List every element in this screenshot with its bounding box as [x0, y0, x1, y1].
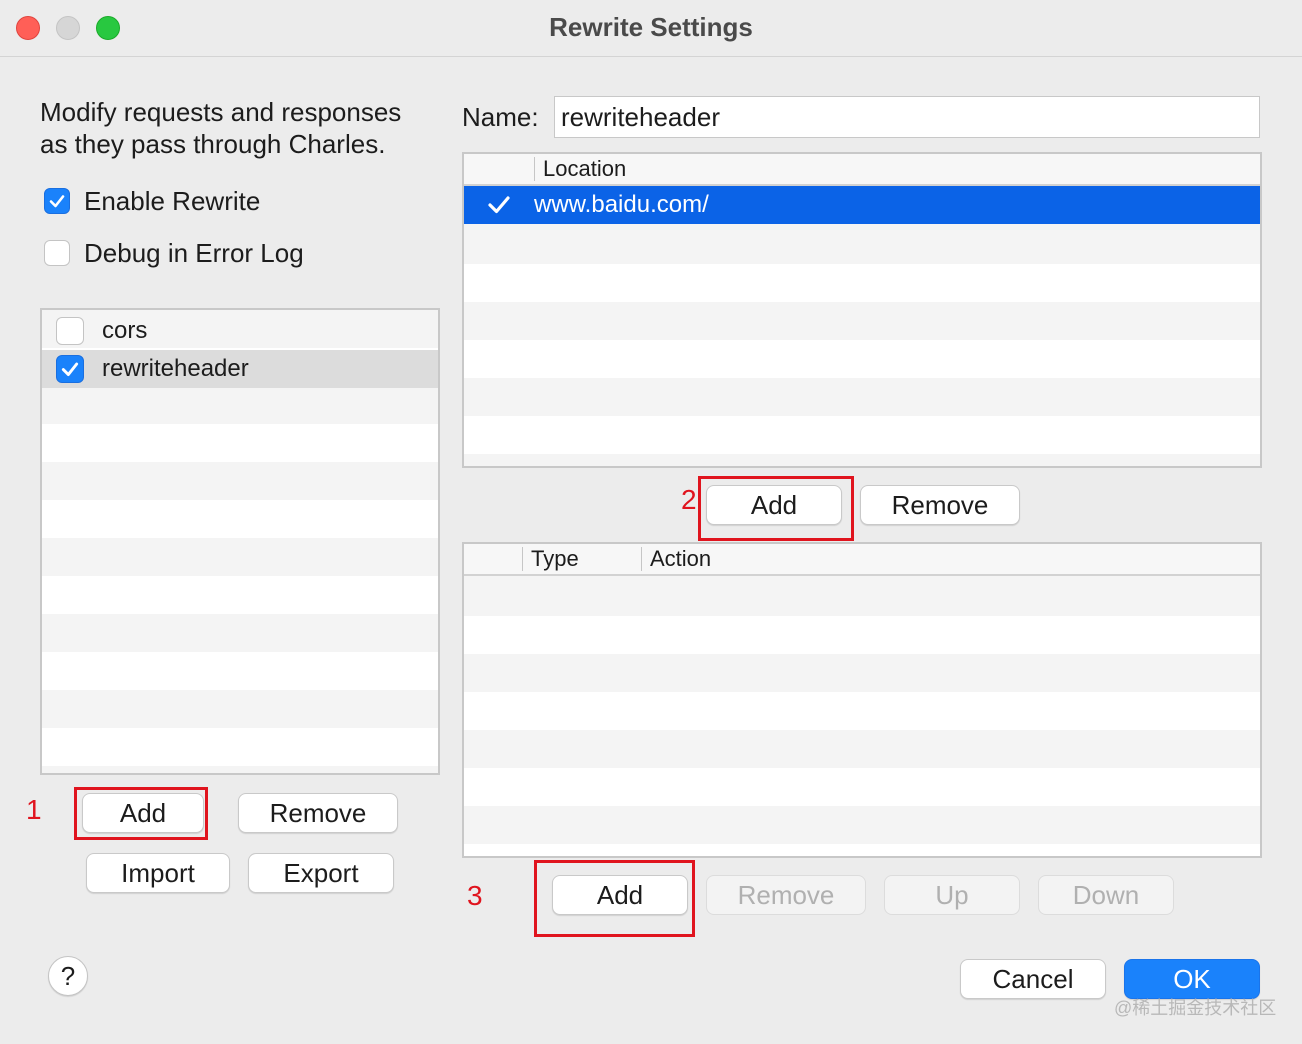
name-label: Name:	[462, 102, 539, 132]
debug-error-log-option[interactable]: Debug in Error Log	[44, 237, 304, 269]
annotation-box-2	[698, 476, 854, 541]
name-field[interactable]: rewriteheader	[554, 96, 1260, 138]
list-item-cors[interactable]: cors	[42, 312, 438, 350]
annotation-box-1	[74, 787, 208, 840]
column-type[interactable]: Type	[523, 546, 641, 572]
cancel-button[interactable]: Cancel	[960, 959, 1106, 999]
annotation-box-3	[534, 860, 695, 937]
remove-location-button[interactable]: Remove	[860, 485, 1020, 525]
description-line-1: Modify requests and responses	[40, 97, 402, 127]
rewrite-sets-list[interactable]: cors rewriteheader	[40, 308, 440, 775]
checkmark-icon	[61, 362, 79, 376]
location-row[interactable]: www.baidu.com/	[464, 186, 1260, 224]
remove-rule-button[interactable]: Remove	[706, 875, 866, 915]
annotation-number-3: 3	[467, 880, 483, 911]
enable-rewrite-checkbox[interactable]	[44, 188, 70, 214]
import-button[interactable]: Import	[86, 853, 230, 893]
ok-button[interactable]: OK	[1124, 959, 1260, 999]
watermark: @稀土掘金技术社区	[1114, 998, 1277, 1018]
move-up-button[interactable]: Up	[884, 875, 1020, 915]
description: Modify requests and responses as they pa…	[40, 96, 450, 160]
cors-enabled-checkbox[interactable]	[56, 317, 84, 345]
column-action[interactable]: Action	[642, 546, 711, 572]
location-enabled-checkbox[interactable]	[464, 193, 534, 217]
locations-table[interactable]: Location www.baidu.com/	[462, 152, 1262, 468]
location-text: www.baidu.com/	[534, 191, 709, 218]
enable-rewrite-option[interactable]: Enable Rewrite	[44, 185, 260, 217]
window-title: Rewrite Settings	[549, 12, 753, 42]
debug-error-log-checkbox[interactable]	[44, 240, 70, 266]
checkmark-icon	[488, 196, 510, 214]
remove-set-button[interactable]: Remove	[238, 793, 398, 833]
annotation-number-2: 2	[681, 484, 697, 515]
help-button[interactable]: ?	[48, 956, 88, 996]
move-down-button[interactable]: Down	[1038, 875, 1174, 915]
annotation-number-1: 1	[26, 794, 42, 825]
description-line-2: as they pass through Charles.	[40, 129, 386, 159]
rewriteheader-enabled-checkbox[interactable]	[56, 355, 84, 383]
rules-table[interactable]: Type Action	[462, 542, 1262, 858]
set-name: rewriteheader	[102, 355, 249, 382]
rules-header: Type Action	[464, 544, 1260, 576]
title-bar: Rewrite Settings	[0, 0, 1302, 57]
locations-header: Location	[464, 154, 1260, 186]
checkmark-icon	[49, 195, 65, 208]
set-name: cors	[102, 317, 148, 344]
list-item-rewriteheader[interactable]: rewriteheader	[42, 350, 438, 388]
debug-error-log-label: Debug in Error Log	[84, 237, 304, 268]
column-location[interactable]: Location	[535, 156, 626, 182]
enable-rewrite-label: Enable Rewrite	[84, 185, 261, 216]
export-button[interactable]: Export	[248, 853, 394, 893]
